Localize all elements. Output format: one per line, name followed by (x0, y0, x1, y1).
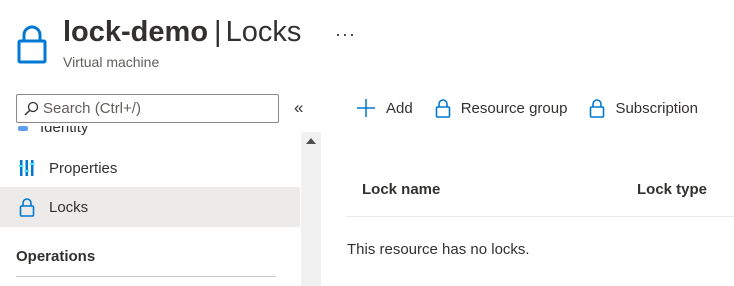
resource-group-button[interactable]: Resource group (435, 98, 568, 118)
lock-icon (17, 197, 37, 217)
add-label: Add (386, 99, 413, 117)
page-name: Locks (225, 16, 302, 48)
column-header-lock-type[interactable]: Lock type (637, 181, 707, 198)
identity-icon (16, 126, 30, 136)
resource-group-label: Resource group (460, 99, 568, 117)
subscription-label: Subscription (615, 99, 698, 117)
command-bar: Add Resource group Subscription (356, 96, 720, 120)
sidebar-item-locks[interactable]: Locks (0, 187, 300, 227)
resource-name: lock-demo (63, 16, 209, 48)
title-separator: | (214, 16, 222, 48)
page-title: lock-demo | Locks (63, 14, 301, 50)
table-divider (346, 216, 734, 217)
sidebar-item-identity[interactable]: Identity (16, 126, 88, 136)
sidebar-item-label: Identity (40, 126, 89, 136)
subscription-button[interactable]: Subscription (589, 98, 698, 118)
collapse-sidebar-button[interactable]: « (294, 98, 303, 118)
sidebar-item-label: Locks (49, 198, 89, 216)
lock-icon (435, 99, 451, 118)
sidebar-nav: Identity Properties Locks Operations (0, 126, 300, 286)
search-box[interactable] (16, 94, 279, 123)
more-options-button[interactable]: ··· (335, 24, 356, 45)
column-header-lock-name[interactable]: Lock name (362, 181, 440, 198)
section-header-operations: Operations (16, 248, 96, 265)
add-lock-button[interactable]: Add (356, 98, 413, 118)
search-input[interactable] (43, 100, 263, 117)
lock-icon (590, 99, 605, 118)
divider (16, 276, 276, 277)
resource-type: Virtual machine (63, 54, 160, 70)
page-header: lock-demo | Locks Virtual machine (63, 14, 301, 70)
sidebar-item-properties[interactable]: Properties (0, 148, 300, 188)
sidebar-scrollbar[interactable] (301, 132, 321, 286)
scroll-up-arrow-icon[interactable] (306, 138, 316, 144)
lock-icon (17, 24, 47, 64)
properties-icon (17, 158, 37, 178)
empty-state-message: This resource has no locks. (347, 241, 530, 258)
search-icon (24, 101, 39, 115)
plus-icon (357, 99, 375, 117)
sidebar-item-label: Properties (49, 159, 118, 177)
